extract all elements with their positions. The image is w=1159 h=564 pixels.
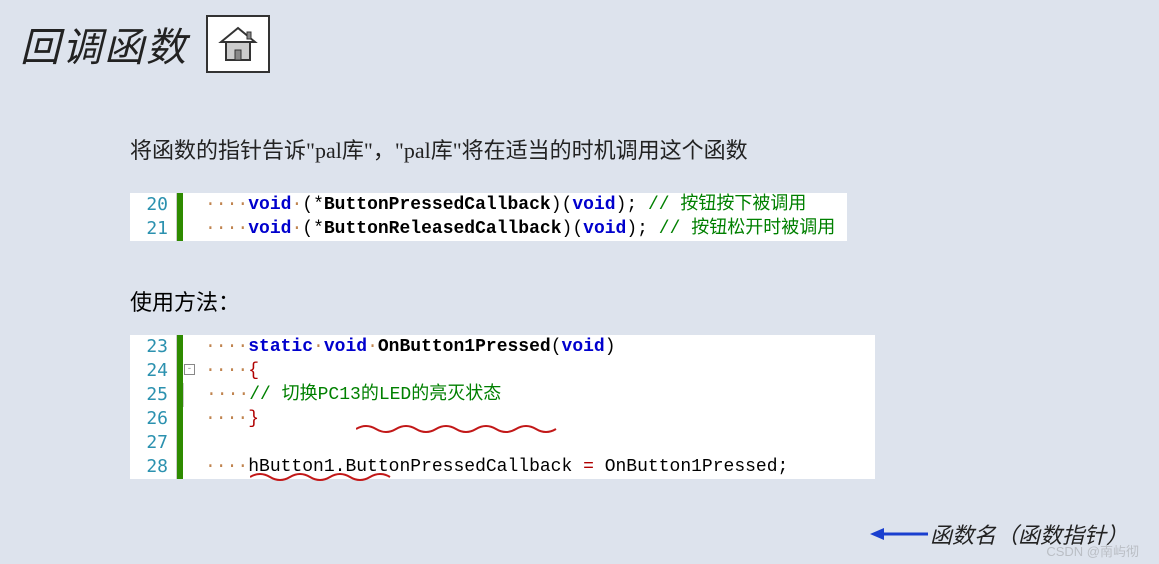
fold-margin: [183, 217, 197, 241]
content: 将函数的指针告诉"pal库"，"pal库"将在适当的时机调用这个函数 20 ··…: [0, 133, 1159, 479]
code-line: 28 ····hButton1.ButtonPressedCallback = …: [130, 455, 875, 479]
code-text: ····static·void·OnButton1Pressed(void): [197, 335, 628, 359]
line-number: 23: [130, 335, 177, 359]
line-number: 25: [130, 383, 177, 407]
code-text: [197, 431, 228, 455]
fold-margin: [183, 335, 197, 359]
description-text: 将函数的指针告诉"pal库"，"pal库"将在适当的时机调用这个函数: [130, 133, 1119, 165]
code-text: ····{: [197, 359, 271, 383]
page-title: 回调函数: [20, 15, 188, 73]
code-line: 24 - ····{: [130, 359, 875, 383]
watermark: CSDN @南屿彻: [1046, 541, 1139, 560]
fold-margin[interactable]: -: [183, 359, 197, 383]
fold-margin: [183, 407, 197, 431]
line-number: 26: [130, 407, 177, 431]
arrow-left-icon: [870, 525, 930, 543]
fold-margin: [183, 383, 198, 407]
code-line: 23 ····static·void·OnButton1Pressed(void…: [130, 335, 875, 359]
code-block-2: 23 ····static·void·OnButton1Pressed(void…: [130, 335, 875, 479]
code-text: ····void·(*ButtonPressedCallback)(void);…: [197, 193, 818, 217]
code-text: ····void·(*ButtonReleasedCallback)(void)…: [197, 217, 847, 241]
subtitle: 使用方法：: [130, 285, 1119, 317]
code-line: 25 ····// 切换PC13的LED的亮灭状态: [130, 383, 875, 407]
line-number: 20: [130, 193, 177, 217]
code-block-1: 20 ····void·(*ButtonPressedCallback)(voi…: [130, 193, 847, 241]
fold-minus-icon[interactable]: -: [184, 364, 195, 375]
home-icon[interactable]: [206, 15, 270, 73]
title-row: 回调函数: [0, 0, 1159, 73]
code-line: 21 ····void·(*ButtonReleasedCallback)(vo…: [130, 217, 847, 241]
code-text: ····}: [197, 407, 271, 431]
fold-margin: [183, 193, 197, 217]
code-line: 20 ····void·(*ButtonPressedCallback)(voi…: [130, 193, 847, 217]
line-number: 21: [130, 217, 177, 241]
line-number: 27: [130, 431, 177, 455]
fold-margin: [183, 431, 197, 455]
fold-margin: [183, 455, 197, 479]
line-number: 28: [130, 455, 177, 479]
code-text: ····// 切换PC13的LED的亮灭状态: [198, 383, 513, 407]
squiggle-underline-icon: [250, 471, 405, 483]
line-number: 24: [130, 359, 177, 383]
squiggle-underline-icon: [356, 423, 566, 435]
